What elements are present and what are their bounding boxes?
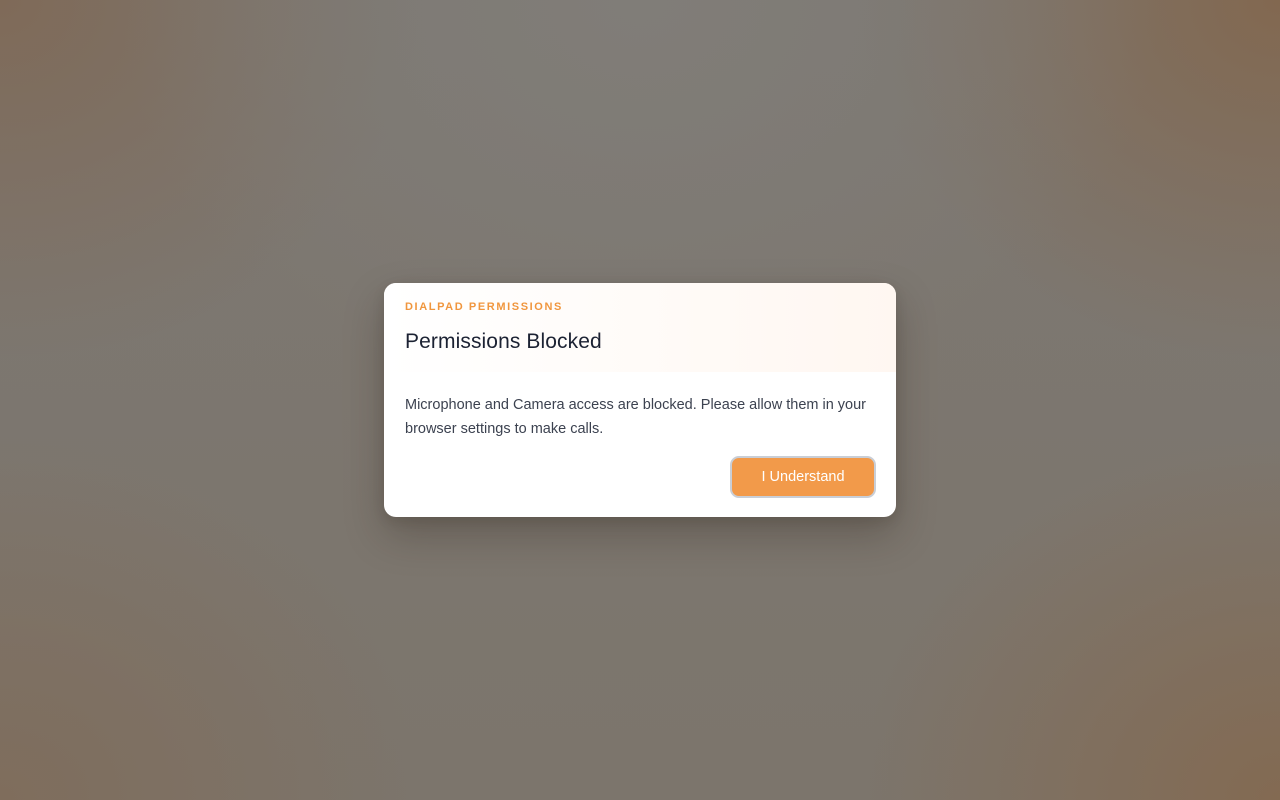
dialog-message: Microphone and Camera access are blocked… [405,397,867,437]
understand-button[interactable]: I Understand [730,456,876,498]
dialog-title: Permissions Blocked [405,330,602,353]
understand-button-label: I Understand [734,460,872,494]
dialog-eyebrow: DIALPAD PERMISSIONS [405,301,563,313]
dialog-header: DIALPAD PERMISSIONS Permissions Blocked [384,283,896,372]
